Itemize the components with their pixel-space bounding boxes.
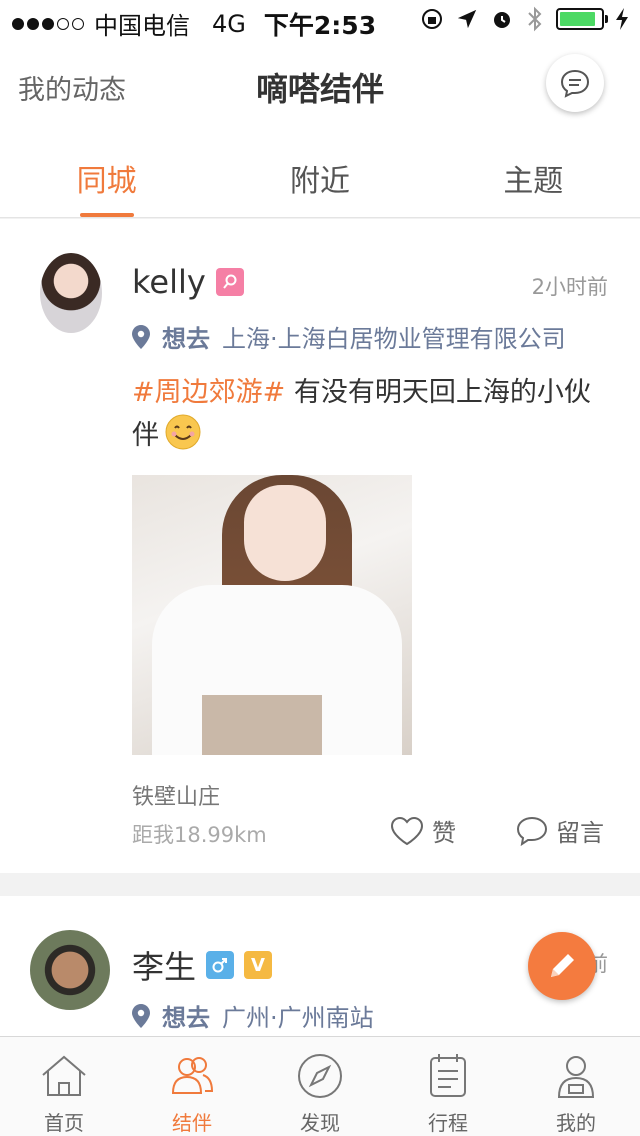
tab-nearby[interactable]: 附近 (213, 130, 426, 217)
nav-itinerary-label: 行程 (428, 1111, 468, 1135)
nav-home[interactable]: 首页 (0, 1037, 128, 1136)
male-gender-icon (206, 951, 235, 979)
status-right (420, 6, 628, 32)
group-icon (171, 1057, 214, 1094)
tab-same-city[interactable]: 同城 (0, 130, 213, 217)
feed-tabs: 同城 附近 主题 (0, 130, 640, 218)
pencil-icon (551, 954, 574, 977)
avatar[interactable] (40, 253, 102, 333)
comment-bubble-icon (516, 816, 548, 846)
username[interactable]: kelly (132, 263, 206, 301)
comment-label: 留言 (556, 819, 604, 847)
location-arrow-icon (457, 9, 477, 29)
charging-bolt-icon (616, 8, 628, 30)
nav-profile[interactable]: 我的 (512, 1037, 640, 1136)
destination[interactable]: 上海·上海白居物业管理有限公司 (222, 319, 566, 354)
female-gender-icon (215, 268, 244, 296)
itinerary-icon (430, 1054, 466, 1097)
chat-bubble-icon (560, 69, 590, 98)
orientation-lock-icon (422, 9, 442, 29)
nav-companions[interactable]: 结伴 (128, 1037, 256, 1136)
vip-badge: V (244, 951, 273, 979)
nav-itinerary[interactable]: 行程 (384, 1037, 512, 1136)
app-screen: 中国电信 4G 下午2:53 我的动态 嘀嗒结伴 同城 附近 主题 kelly … (0, 0, 640, 1136)
page-title: 嘀嗒结伴 (255, 70, 384, 108)
destination-row: 想去 广州·广州南站 (132, 998, 374, 1033)
app-header: 我的动态 嘀嗒结伴 (0, 40, 640, 130)
nav-profile-label: 我的 (556, 1111, 596, 1135)
location-pin-icon (132, 324, 150, 349)
status-bar: 中国电信 4G 下午2:53 (0, 0, 640, 40)
post-photo[interactable] (132, 475, 412, 755)
post-card[interactable]: kelly 2小时前 想去 上海·上海白居物业管理有限公司 #周边郊游# 有没有… (0, 219, 640, 873)
post-author-row: 李生 V (132, 942, 273, 988)
topic-tag[interactable]: #周边郊游# (132, 377, 285, 408)
username[interactable]: 李生 (132, 942, 196, 988)
destination-row: 想去 上海·上海白居物业管理有限公司 (132, 319, 566, 354)
home-icon (42, 1055, 86, 1096)
post-time: 2小时前 (531, 275, 608, 299)
want-to-go-label: 想去 (162, 1004, 210, 1032)
like-label: 赞 (432, 819, 456, 847)
like-button[interactable]: 赞 (390, 813, 456, 848)
compose-button[interactable] (528, 932, 596, 1000)
profile-icon (557, 1056, 595, 1098)
heart-icon (390, 816, 424, 845)
want-to-go-label: 想去 (162, 325, 210, 353)
distance-label: 距我18.99km (132, 823, 267, 847)
battery-level (560, 12, 596, 26)
nav-discover-label: 发现 (300, 1111, 340, 1135)
destination[interactable]: 广州·广州南站 (222, 998, 374, 1033)
tab-topics[interactable]: 主题 (427, 130, 640, 217)
place-name[interactable]: 铁壁山庄 (132, 779, 220, 811)
post-author-row: kelly (132, 263, 244, 301)
alarm-icon (494, 12, 510, 28)
compass-icon (298, 1054, 342, 1098)
nav-home-label: 首页 (44, 1111, 84, 1135)
bottom-nav: 首页 结伴 发现 行程 我的 (0, 1036, 640, 1136)
location-pin-icon (132, 1003, 150, 1028)
smile-emoji-icon (165, 414, 201, 450)
message-button[interactable] (546, 54, 604, 112)
bluetooth-icon (528, 6, 542, 32)
nav-discover[interactable]: 发现 (256, 1037, 384, 1136)
avatar[interactable] (30, 930, 110, 1010)
comment-button[interactable]: 留言 (516, 813, 604, 848)
nav-companions-label: 结伴 (172, 1111, 212, 1135)
battery-icon (556, 8, 608, 30)
post-content: #周边郊游# 有没有明天回上海的小伙伴 (132, 371, 610, 457)
